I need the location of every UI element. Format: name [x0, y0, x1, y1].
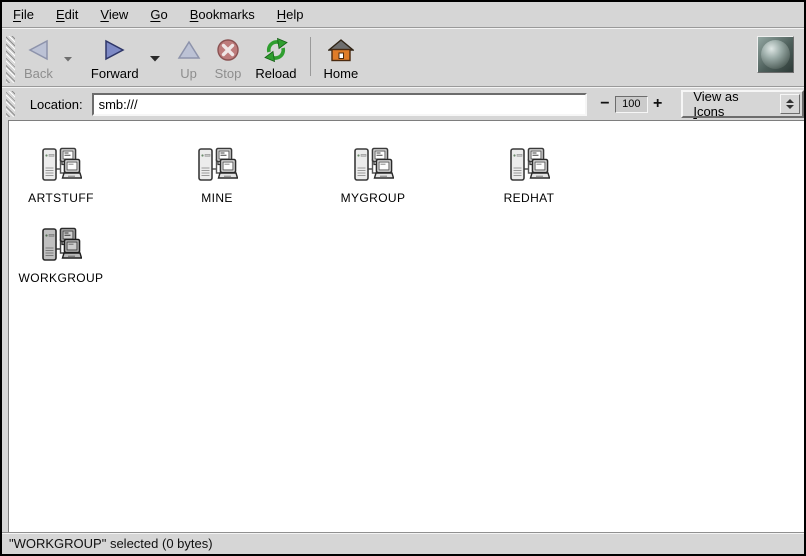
icon-row-2: WORKGROUP — [15, 226, 804, 285]
network-icon — [40, 226, 82, 266]
up-label: Up — [180, 66, 197, 81]
zoom-out-button[interactable]: − — [595, 95, 614, 113]
toolbar-separator — [310, 37, 311, 76]
status-bar: "WORKGROUP" selected (0 bytes) — [2, 532, 804, 554]
stop-icon — [216, 35, 240, 65]
view-as-dropdown[interactable]: View as Icons — [681, 90, 804, 118]
location-label: Location: — [30, 97, 83, 112]
forward-button[interactable]: Forward — [84, 33, 146, 83]
menu-help-label: H — [277, 7, 286, 22]
location-input[interactable] — [92, 93, 588, 116]
view-as-dropdown-arrows-icon[interactable] — [780, 94, 800, 114]
zoom-level-indicator: 100 — [615, 96, 648, 113]
back-label: Back — [24, 66, 53, 81]
toolbar-grip-handle[interactable] — [6, 36, 15, 83]
network-icon — [40, 146, 82, 186]
status-text: "WORKGROUP" selected (0 bytes) — [9, 536, 213, 551]
home-icon — [328, 35, 354, 65]
menu-file[interactable]: File — [2, 3, 45, 26]
menubar: File Edit View Go Bookmarks Help — [2, 2, 804, 28]
stop-label: Stop — [215, 66, 242, 81]
network-share-artstuff[interactable]: ARTSTUFF — [15, 146, 107, 205]
back-icon — [26, 35, 50, 65]
forward-icon — [103, 35, 127, 65]
icon-row-1: ARTSTUFF MINE MYGROUP REDHAT — [15, 146, 804, 205]
back-button[interactable]: Back — [17, 33, 60, 83]
location-bar-grip-handle[interactable] — [6, 91, 15, 117]
menu-file-label: F — [13, 7, 21, 22]
menu-view[interactable]: View — [89, 3, 139, 26]
icon-label: WORKGROUP — [19, 271, 104, 285]
menu-view-label: V — [100, 7, 108, 22]
home-label: Home — [324, 66, 359, 81]
stop-button[interactable]: Stop — [208, 33, 249, 83]
menu-bookmarks[interactable]: Bookmarks — [179, 3, 266, 26]
icon-label: ARTSTUFF — [28, 191, 94, 205]
up-icon — [177, 35, 201, 65]
zoom-in-button[interactable]: + — [648, 95, 667, 113]
view-as-label: View as Icons — [693, 89, 771, 119]
menu-go[interactable]: Go — [139, 3, 178, 26]
location-bar: Location: − 100 + View as Icons — [2, 87, 804, 120]
throbber-globe-icon — [761, 40, 790, 69]
forward-label: Forward — [91, 66, 139, 81]
up-button[interactable]: Up — [170, 33, 208, 83]
file-manager-window: File Edit View Go Bookmarks Help Back Fo… — [0, 0, 806, 556]
network-share-mygroup[interactable]: MYGROUP — [327, 146, 419, 205]
home-button[interactable]: Home — [317, 33, 366, 83]
forward-history-dropdown-icon[interactable] — [146, 49, 164, 67]
back-history-dropdown-icon[interactable] — [60, 49, 76, 67]
icon-label: REDHAT — [504, 191, 555, 205]
network-icon — [508, 146, 550, 186]
throbber — [757, 36, 794, 73]
network-share-redhat[interactable]: REDHAT — [483, 146, 575, 205]
reload-button[interactable]: Reload — [248, 33, 303, 83]
network-share-mine[interactable]: MINE — [171, 146, 263, 205]
icon-label: MYGROUP — [341, 191, 406, 205]
toolbar: Back Forward Up — [2, 28, 804, 87]
reload-label: Reload — [255, 66, 296, 81]
menu-edit[interactable]: Edit — [45, 3, 89, 26]
network-share-workgroup[interactable]: WORKGROUP — [15, 226, 107, 285]
icon-label: MINE — [201, 191, 233, 205]
network-icon — [196, 146, 238, 186]
icon-view[interactable]: ARTSTUFF MINE MYGROUP REDHAT WORKGROUP — [8, 120, 804, 532]
reload-icon — [263, 35, 289, 65]
network-icon — [352, 146, 394, 186]
menu-edit-label: E — [56, 7, 65, 22]
menu-help[interactable]: Help — [266, 3, 315, 26]
menu-go-label: G — [150, 7, 160, 22]
